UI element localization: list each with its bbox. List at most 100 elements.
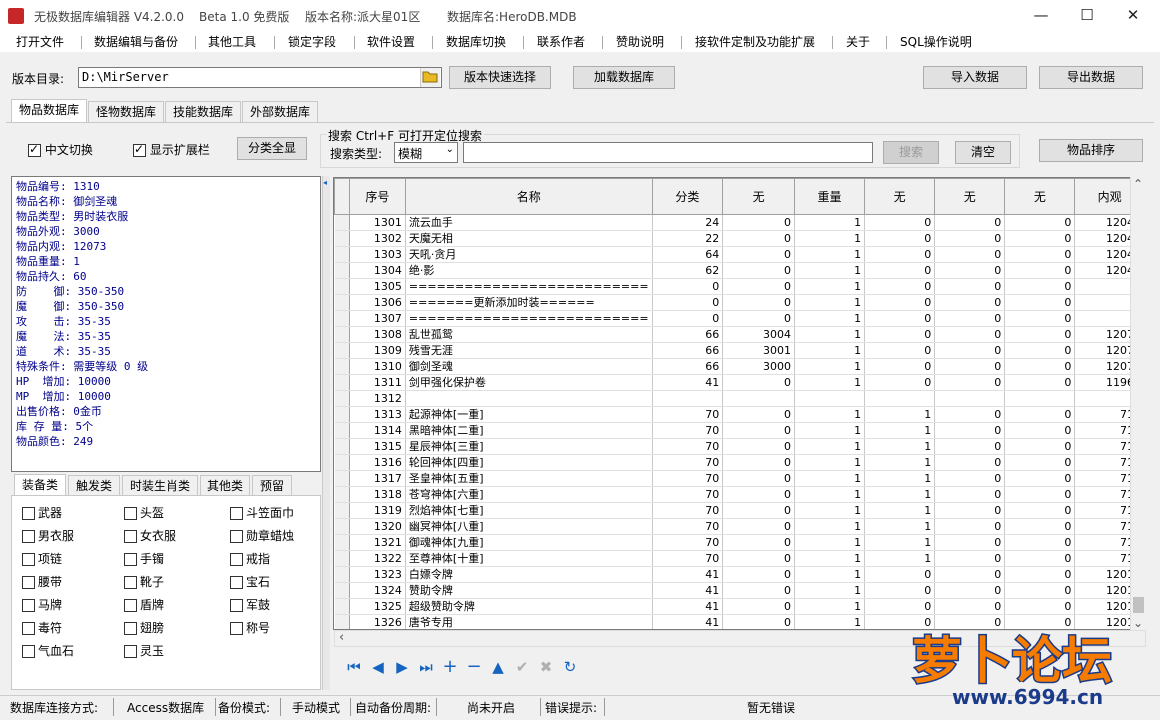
table-cell[interactable]: 41 bbox=[652, 374, 724, 391]
table-cell[interactable]: 0 bbox=[864, 230, 936, 247]
table-cell[interactable]: 0 bbox=[1004, 502, 1076, 519]
menu-db-switch[interactable]: 数据库切换 bbox=[446, 33, 506, 50]
table-cell[interactable]: 1 bbox=[794, 486, 866, 503]
table-cell[interactable]: 1 bbox=[794, 502, 866, 519]
category-checkbox[interactable]: 腰带 bbox=[22, 573, 62, 590]
table-cell[interactable]: 残雪无涯 bbox=[405, 342, 653, 359]
row-indicator[interactable] bbox=[334, 534, 350, 551]
table-row[interactable]: 1315星辰神体[三重]7001100710 bbox=[334, 438, 1145, 455]
table-cell[interactable]: 0 bbox=[934, 550, 1006, 567]
table-cell[interactable]: 0 bbox=[864, 294, 936, 311]
table-cell[interactable]: 1326 bbox=[349, 614, 406, 629]
row-indicator[interactable] bbox=[334, 246, 350, 263]
row-indicator[interactable] bbox=[334, 502, 350, 519]
col-header-name[interactable]: 名称 bbox=[404, 178, 653, 215]
table-cell[interactable]: 66 bbox=[652, 326, 724, 343]
table-row[interactable]: 1324 赞助令牌 41 0 1 0 0 0 12014 bbox=[334, 582, 1145, 599]
table-cell[interactable]: 流云血手 bbox=[405, 214, 653, 231]
table-row[interactable]: 1318苍穹神体[六重]7001100710 bbox=[334, 486, 1145, 503]
cat-tab-reserved[interactable]: 预留 bbox=[252, 475, 292, 496]
table-cell[interactable] bbox=[934, 390, 1006, 407]
table-cell[interactable]: 1301 bbox=[349, 214, 406, 231]
table-cell[interactable]: 3000 bbox=[722, 358, 795, 375]
row-indicator[interactable] bbox=[334, 390, 350, 407]
table-cell[interactable]: 70 bbox=[652, 422, 724, 439]
checkbox-box[interactable] bbox=[22, 622, 35, 635]
table-cell[interactable]: 1307 bbox=[349, 310, 406, 327]
table-cell[interactable]: 66 bbox=[652, 358, 724, 375]
table-cell[interactable]: 1318 bbox=[349, 486, 406, 503]
table-cell[interactable]: 41 bbox=[652, 566, 724, 583]
table-row[interactable]: 1313起源神体[一重]7001100710 bbox=[334, 406, 1145, 423]
table-cell[interactable]: 70 bbox=[652, 470, 724, 487]
table-cell[interactable]: 1 bbox=[794, 246, 866, 263]
table-cell[interactable]: 御剑圣魂 bbox=[405, 358, 653, 375]
table-cell[interactable]: 3001 bbox=[722, 342, 795, 359]
table-cell[interactable]: 白嫖令牌 bbox=[405, 566, 653, 583]
checkbox-box[interactable] bbox=[230, 622, 243, 635]
table-cell[interactable]: 1 bbox=[794, 470, 866, 487]
table-cell[interactable]: 1 bbox=[864, 502, 936, 519]
table-cell[interactable]: 0 bbox=[934, 566, 1006, 583]
table-cell[interactable]: 0 bbox=[864, 374, 936, 391]
table-cell[interactable]: 0 bbox=[934, 294, 1006, 311]
table-cell[interactable]: 0 bbox=[1004, 326, 1076, 343]
table-cell[interactable]: 70 bbox=[652, 406, 724, 423]
table-cell[interactable]: 1324 bbox=[349, 582, 406, 599]
table-cell[interactable]: 1316 bbox=[349, 454, 406, 471]
table-cell[interactable]: 0 bbox=[934, 310, 1006, 327]
table-cell[interactable]: 24 bbox=[652, 214, 724, 231]
table-cell[interactable]: 1 bbox=[794, 582, 866, 599]
checkbox-box[interactable] bbox=[124, 553, 137, 566]
table-cell[interactable]: 0 bbox=[722, 406, 795, 423]
col-header-none-2[interactable]: 无 bbox=[864, 178, 936, 215]
table-cell[interactable]: 1302 bbox=[349, 230, 406, 247]
col-header-weight[interactable]: 重量 bbox=[793, 178, 866, 215]
table-row[interactable]: 1320幽冥神体[八重]7001100710 bbox=[334, 518, 1145, 535]
table-cell[interactable]: 0 bbox=[722, 214, 795, 231]
table-row[interactable]: 1305==========================0010000 bbox=[334, 278, 1145, 295]
table-cell[interactable]: 0 bbox=[1004, 246, 1076, 263]
maximize-button[interactable]: ☐ bbox=[1064, 0, 1110, 32]
search-input[interactable] bbox=[463, 142, 873, 163]
tab-items[interactable]: 物品数据库 bbox=[11, 99, 87, 123]
table-cell[interactable]: 0 bbox=[1004, 486, 1076, 503]
cat-tab-other[interactable]: 其他类 bbox=[200, 475, 250, 496]
checkbox-box[interactable] bbox=[22, 553, 35, 566]
cat-tab-fashion[interactable]: 时装生肖类 bbox=[122, 475, 198, 496]
table-cell[interactable]: 1 bbox=[794, 262, 866, 279]
row-indicator[interactable] bbox=[334, 342, 350, 359]
scroll-left-icon[interactable]: ‹ bbox=[339, 630, 344, 645]
table-cell[interactable]: 1 bbox=[794, 358, 866, 375]
table-cell[interactable]: 天吼·贪月 bbox=[405, 246, 653, 263]
table-cell[interactable]: 0 bbox=[1004, 214, 1076, 231]
table-cell[interactable]: 1 bbox=[864, 550, 936, 567]
next-record-icon[interactable]: ▶ bbox=[392, 657, 412, 677]
menu-about[interactable]: 关于 bbox=[846, 33, 870, 50]
table-cell[interactable]: 0 bbox=[722, 470, 795, 487]
row-indicator[interactable] bbox=[334, 454, 350, 471]
table-row[interactable]: 1307==========================0010000 bbox=[334, 310, 1145, 327]
row-indicator[interactable] bbox=[334, 278, 350, 295]
menu-data-edit[interactable]: 数据编辑与备份 bbox=[94, 33, 178, 50]
table-cell[interactable]: 70 bbox=[652, 534, 724, 551]
table-cell[interactable]: 1306 bbox=[349, 294, 406, 311]
checkbox-box[interactable] bbox=[124, 599, 137, 612]
category-checkbox[interactable]: 手镯 bbox=[124, 550, 164, 567]
cancel-edit-icon[interactable]: ✖ bbox=[536, 657, 556, 677]
category-checkbox[interactable]: 戒指 bbox=[230, 550, 270, 567]
table-cell[interactable]: 0 bbox=[722, 454, 795, 471]
folder-icon[interactable] bbox=[420, 68, 440, 87]
table-cell[interactable]: 1 bbox=[864, 534, 936, 551]
table-cell[interactable]: 1304 bbox=[349, 262, 406, 279]
category-checkbox[interactable]: 宝石 bbox=[230, 573, 270, 590]
checkbox-box[interactable] bbox=[22, 507, 35, 520]
table-cell[interactable]: 1317 bbox=[349, 470, 406, 487]
table-cell[interactable]: 0 bbox=[1004, 582, 1076, 599]
menu-contact[interactable]: 联系作者 bbox=[537, 33, 585, 50]
table-cell[interactable]: 0 bbox=[722, 422, 795, 439]
table-cell[interactable]: 1311 bbox=[349, 374, 406, 391]
row-indicator[interactable] bbox=[334, 374, 350, 391]
table-cell[interactable]: 0 bbox=[1004, 374, 1076, 391]
row-indicator[interactable] bbox=[334, 550, 350, 567]
